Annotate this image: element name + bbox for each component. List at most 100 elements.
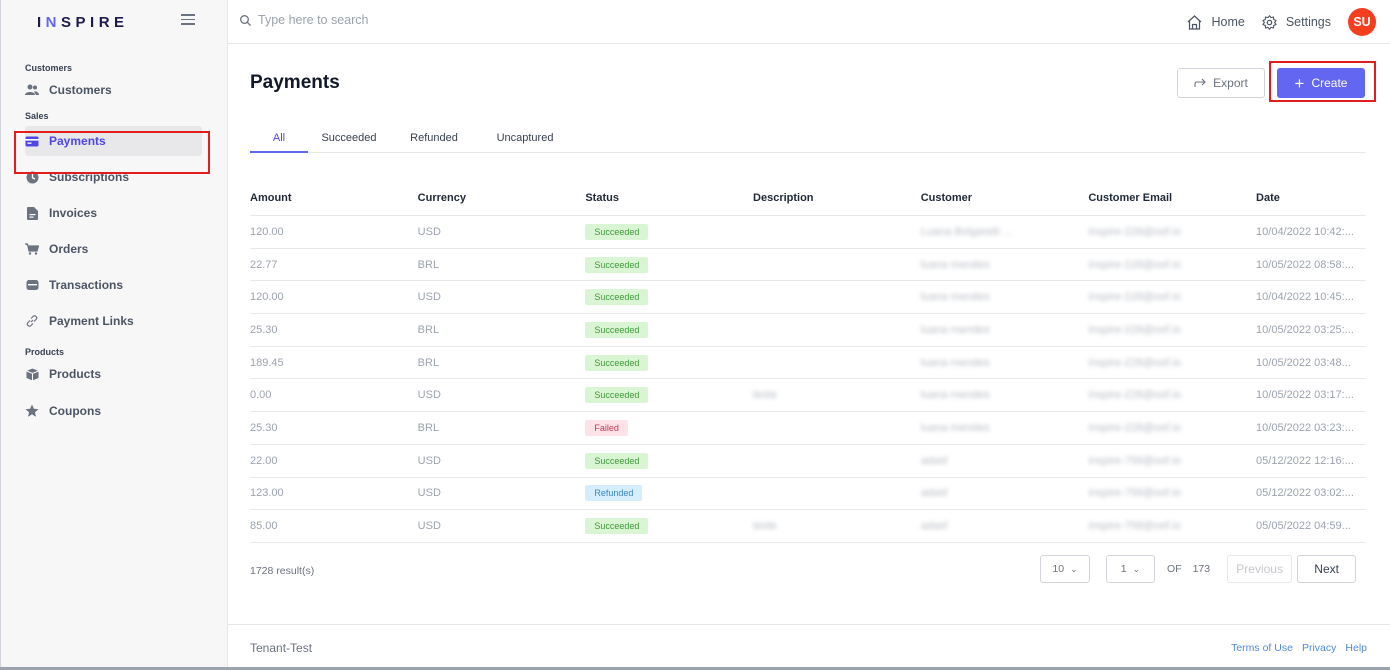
table-row[interactable]: 25.30 BRL Failed luana mendes inspire-228@oo… [250,412,1366,445]
cell-date: 10/05/2022 03:48... [1256,356,1351,369]
search-input[interactable] [258,13,558,27]
sidebar-item-invoices[interactable]: Invoices [25,198,202,228]
cell-customer-email: inspire-758@oof.io [1088,487,1181,500]
cell-currency: USD [417,225,441,238]
help-link[interactable]: Help [1345,642,1367,654]
create-button[interactable]: + Create [1277,68,1365,98]
avatar[interactable]: SU [1348,8,1376,36]
sidebar-item-transactions[interactable]: Transactions [25,270,202,300]
cell-customer: luana mendes [920,291,990,304]
table-row[interactable]: 25.30 BRL Succeeded luana mendes inspire-228… [250,314,1366,347]
cell-status: Succeeded [585,223,753,240]
status-badge: Succeeded [585,321,649,338]
sidebar-item-subscriptions[interactable]: Subscriptions [25,162,202,192]
cell-amount: 189.45 [250,356,284,369]
sidebar-item-customers[interactable]: Customers [25,75,202,105]
sidebar-item-coupons[interactable]: Coupons [25,396,202,426]
page-size-select[interactable]: 10 ⌄ [1040,555,1090,583]
tab-label: Uncaptured [496,132,554,144]
terms-of-use-link[interactable]: Terms of Use [1231,642,1293,654]
column-header-date[interactable]: Date [1256,192,1366,204]
column-header-customer[interactable]: Customer [921,192,1089,204]
previous-button[interactable]: Previous [1227,555,1293,583]
table-row[interactable]: 123.00 USD Refunded adasf inspire-758@oof.io… [250,478,1366,511]
search-bar[interactable] [240,13,558,27]
page-title: Payments [250,72,340,93]
tab-succeeded[interactable]: Succeeded [308,128,390,153]
page-size-value: 10 [1052,563,1065,575]
cell-amount: 22.77 [250,258,278,271]
column-header-customer-email[interactable]: Customer Email [1088,192,1256,204]
table-row[interactable]: 85.00 USD Succeeded teste adasf inspire-758@o… [250,510,1366,543]
sidebar-item-label: Customers [49,83,112,97]
app-logo[interactable]: INSPIRE [37,14,129,31]
sidebar-item-payments[interactable]: Payments [25,126,202,156]
table-row[interactable]: 189.45 BRL Succeeded luana mendes inspire-22… [250,347,1366,380]
cell-status: Refunded [585,485,753,502]
tab-refunded[interactable]: Refunded [390,128,478,153]
cell-currency: BRL [417,421,440,434]
cell-customer-email: inspire-228@oof.io [1088,421,1181,434]
cell-status: Succeeded [585,289,753,306]
sidebar-item-products[interactable]: Products [25,359,202,389]
cell-date: 10/05/2022 03:23:... [1256,421,1354,434]
tab-all[interactable]: All [250,128,308,153]
search-icon [240,14,251,26]
hamburger-menu-icon[interactable] [181,14,195,26]
cell-amount: 85.00 [250,520,278,533]
tab-uncaptured[interactable]: Uncaptured [478,128,572,153]
sidebar-item-label: Transactions [49,278,124,292]
tab-label: Succeeded [321,132,377,144]
sidebar-item-orders[interactable]: Orders [25,234,202,264]
status-badge: Refunded [585,485,643,502]
column-header-amount[interactable]: Amount [250,192,418,204]
document-icon [25,206,39,220]
cell-description: teste [753,520,777,533]
column-header-description[interactable]: Description [753,192,921,204]
sidebar-item-label: Payments [49,134,106,148]
footer: Tenant-Test Terms of Use Privacy Help [228,624,1390,670]
column-header-currency[interactable]: Currency [418,192,586,204]
export-button[interactable]: Export [1177,68,1265,98]
table-row[interactable]: 0.00 USD Succeeded teste luana mendes inspire… [250,379,1366,413]
tab-label: All [272,132,286,144]
sidebar-item-payment-links[interactable]: Payment Links [25,306,202,336]
table-row[interactable]: 22.00 USD Succeeded adasf inspire-758@oof.io… [250,445,1366,478]
cell-status: Succeeded [585,518,753,535]
gear-icon [1262,14,1277,30]
home-link[interactable]: Home [1187,14,1245,30]
cell-date: 10/05/2022 03:25:... [1256,323,1354,336]
page-number-select[interactable]: 1 ⌄ [1106,555,1155,583]
section-label-sales: Sales [25,111,49,121]
payments-table: Amount Currency Status Description Custo… [250,180,1366,543]
cell-customer: luana mendes [920,421,990,434]
privacy-link[interactable]: Privacy [1302,642,1336,654]
status-badge: Succeeded [585,518,649,535]
column-header-status[interactable]: Status [585,192,753,204]
status-badge: Succeeded [585,256,649,273]
sidebar-item-label: Payment Links [49,314,134,328]
cell-description: teste [753,389,777,402]
cell-amount: 25.30 [250,323,278,336]
table-row[interactable]: 120.00 USD Succeeded luana mendes inspire-22… [250,281,1366,315]
table-row[interactable]: 120.00 USD Succeeded Luana Bolgarelli ... in… [250,216,1366,249]
of-label: OF [1167,563,1182,575]
page-number-value: 1 [1120,563,1127,575]
cell-date: 10/04/2022 10:42:... [1256,225,1354,238]
settings-link[interactable]: Settings [1262,14,1331,30]
cell-status: Succeeded [585,387,753,404]
cell-customer: luana mendes [920,258,990,271]
cell-customer-email: inspire-228@oof.io [1088,356,1181,369]
cell-currency: BRL [417,323,440,336]
export-label: Export [1213,76,1248,90]
tenant-name: Tenant-Test [250,641,313,655]
cell-currency: USD [417,454,441,467]
star-icon [25,404,39,418]
cell-currency: USD [417,389,441,402]
table-row[interactable]: 22.77 BRL Succeeded luana mendes inspire-228… [250,249,1366,282]
cell-date: 05/05/2022 04:59... [1256,520,1351,533]
next-button[interactable]: Next [1297,555,1357,583]
cell-date: 10/04/2022 10:45:... [1256,291,1354,304]
cell-customer: adasf [920,520,948,533]
cell-customer: adasf [920,487,948,500]
